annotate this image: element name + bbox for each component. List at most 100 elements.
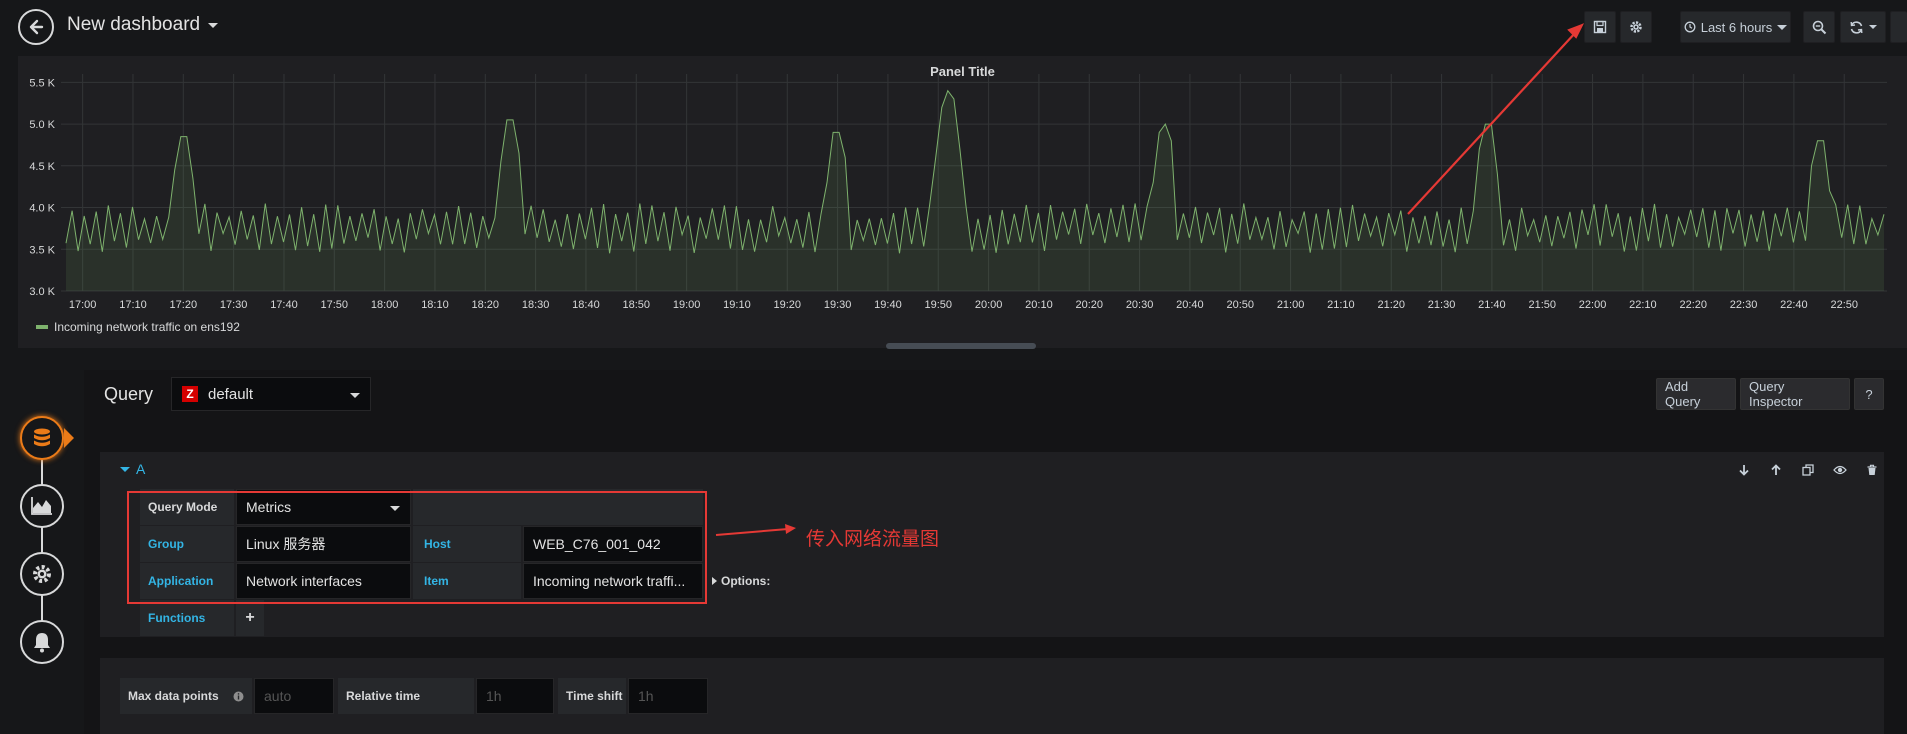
bell-icon bbox=[34, 633, 50, 653]
database-icon bbox=[34, 428, 50, 447]
y-tick-label: 4.5 K bbox=[29, 161, 55, 173]
info-icon[interactable] bbox=[233, 691, 244, 702]
clock-icon bbox=[1684, 21, 1696, 33]
query-inspector-button[interactable]: Query Inspector bbox=[1740, 378, 1850, 410]
zabbix-logo-icon: Z bbox=[182, 386, 198, 402]
x-tick-label: 18:20 bbox=[472, 299, 500, 311]
x-tick-label: 22:30 bbox=[1730, 299, 1758, 311]
x-tick-label: 20:20 bbox=[1075, 299, 1103, 311]
y-tick-label: 3.5 K bbox=[29, 244, 55, 256]
x-tick-label: 22:50 bbox=[1830, 299, 1858, 311]
gear-icon bbox=[1630, 21, 1642, 33]
graph-panel: Panel Title 3.0 K 3.5 K 4.0 K 4.5 K 5.0 K 5.5… bbox=[18, 56, 1907, 348]
chevron-down-icon bbox=[1777, 24, 1788, 30]
x-tick-label: 19:00 bbox=[673, 299, 701, 311]
move-up-button[interactable] bbox=[1766, 460, 1786, 480]
eye-icon bbox=[1833, 465, 1847, 475]
query-row-header: A bbox=[100, 452, 1884, 488]
panel-resize-handle[interactable] bbox=[886, 343, 1036, 349]
x-tick-label: 20:30 bbox=[1126, 299, 1154, 311]
y-tick-label: 3.0 K bbox=[29, 286, 55, 298]
x-tick-label: 18:40 bbox=[572, 299, 600, 311]
arrow-down-icon bbox=[1739, 465, 1749, 476]
x-tick-label: 22:10 bbox=[1629, 299, 1657, 311]
max-data-points-input[interactable]: auto bbox=[254, 678, 334, 714]
functions-row: Functions + bbox=[100, 599, 1884, 637]
duplicate-icon bbox=[1802, 464, 1814, 476]
max-data-points-placeholder: auto bbox=[264, 688, 292, 704]
options-toggle[interactable]: Options: bbox=[712, 574, 770, 588]
x-tick-label: 21:20 bbox=[1377, 299, 1405, 311]
x-tick-label: 18:10 bbox=[421, 299, 449, 311]
time-shift-label: Time shift bbox=[558, 678, 626, 714]
help-button[interactable]: ? bbox=[1854, 378, 1884, 410]
save-icon bbox=[1593, 20, 1607, 34]
rail-queries-button[interactable] bbox=[20, 416, 64, 460]
datasource-picker[interactable]: Z default bbox=[171, 377, 371, 411]
rail-visualization-button[interactable] bbox=[20, 484, 64, 528]
x-tick-label: 18:50 bbox=[623, 299, 651, 311]
max-data-points-label: Max data points bbox=[120, 678, 252, 714]
series-area-fill bbox=[66, 90, 1884, 291]
refresh-icon bbox=[1850, 20, 1863, 34]
query-ref-id: A bbox=[136, 461, 146, 477]
zoom-out-icon bbox=[1812, 20, 1826, 34]
chevron-right-icon bbox=[712, 577, 717, 585]
x-tick-label: 21:10 bbox=[1327, 299, 1355, 311]
dashboard-title-picker[interactable]: New dashboard bbox=[67, 14, 219, 36]
query-options-box: Max data points auto Relative time 1h Ti… bbox=[100, 658, 1884, 734]
legend-item[interactable]: Incoming network traffic on ens192 bbox=[36, 320, 240, 334]
x-tick-label: 17:40 bbox=[270, 299, 298, 311]
zoom-out-button[interactable] bbox=[1803, 11, 1835, 43]
back-button[interactable] bbox=[18, 9, 54, 45]
y-tick-label: 5.0 K bbox=[29, 119, 55, 131]
x-tick-label: 22:20 bbox=[1679, 299, 1707, 311]
options-label: Options: bbox=[721, 574, 771, 588]
x-tick-label: 22:40 bbox=[1780, 299, 1808, 311]
time-range-picker[interactable]: Last 6 hours bbox=[1680, 11, 1791, 43]
x-tick-label: 21:00 bbox=[1277, 299, 1305, 311]
back-arrow-icon bbox=[29, 19, 44, 35]
x-tick-label: 18:00 bbox=[371, 299, 399, 311]
toggle-visibility-button[interactable] bbox=[1830, 460, 1850, 480]
area-chart-icon bbox=[31, 497, 52, 515]
relative-time-input[interactable]: 1h bbox=[476, 678, 554, 714]
x-tick-label: 17:30 bbox=[220, 299, 248, 311]
collapse-row-button[interactable] bbox=[1890, 11, 1907, 43]
duplicate-query-button[interactable] bbox=[1798, 460, 1818, 480]
x-tick-label: 21:50 bbox=[1528, 299, 1556, 311]
x-tick-label: 17:00 bbox=[69, 299, 97, 311]
x-tick-label: 19:10 bbox=[723, 299, 751, 311]
dashboard-settings-button[interactable] bbox=[1620, 11, 1652, 43]
add-query-button[interactable]: Add Query bbox=[1656, 378, 1736, 410]
chevron-down-icon bbox=[208, 22, 219, 28]
arrow-up-icon bbox=[1771, 464, 1781, 475]
annotation-highlight-box bbox=[127, 491, 707, 604]
annotation-text: 传入网络流量图 bbox=[806, 528, 940, 550]
time-shift-input[interactable]: 1h bbox=[628, 678, 708, 714]
x-tick-label: 19:20 bbox=[774, 299, 802, 311]
relative-time-placeholder: 1h bbox=[486, 688, 502, 704]
dashboard-title: New dashboard bbox=[67, 14, 201, 35]
functions-label: Functions bbox=[140, 600, 234, 636]
legend-swatch bbox=[36, 325, 48, 329]
save-dashboard-button[interactable] bbox=[1584, 11, 1616, 43]
move-down-button[interactable] bbox=[1734, 460, 1754, 480]
x-tick-label: 20:00 bbox=[975, 299, 1003, 311]
refresh-button[interactable] bbox=[1840, 11, 1886, 43]
gear-icon bbox=[33, 565, 51, 583]
chevron-down-icon bbox=[350, 393, 360, 398]
x-tick-label: 17:10 bbox=[119, 299, 147, 311]
relative-time-label: Relative time bbox=[338, 678, 474, 714]
rail-general-button[interactable] bbox=[20, 552, 64, 596]
remove-query-button[interactable] bbox=[1862, 460, 1882, 480]
x-tick-label: 20:10 bbox=[1025, 299, 1053, 311]
x-tick-label: 19:30 bbox=[824, 299, 852, 311]
add-function-button[interactable]: + bbox=[236, 600, 264, 636]
x-tick-label: 17:20 bbox=[170, 299, 198, 311]
chevron-down-icon bbox=[1869, 25, 1877, 29]
rail-alert-button[interactable] bbox=[20, 620, 64, 664]
line-chart: 3.0 K 3.5 K 4.0 K 4.5 K 5.0 K 5.5 K 17:00 17:10… bbox=[29, 74, 1887, 311]
query-row-toggle[interactable]: A bbox=[120, 461, 145, 477]
x-tick-label: 21:30 bbox=[1428, 299, 1456, 311]
